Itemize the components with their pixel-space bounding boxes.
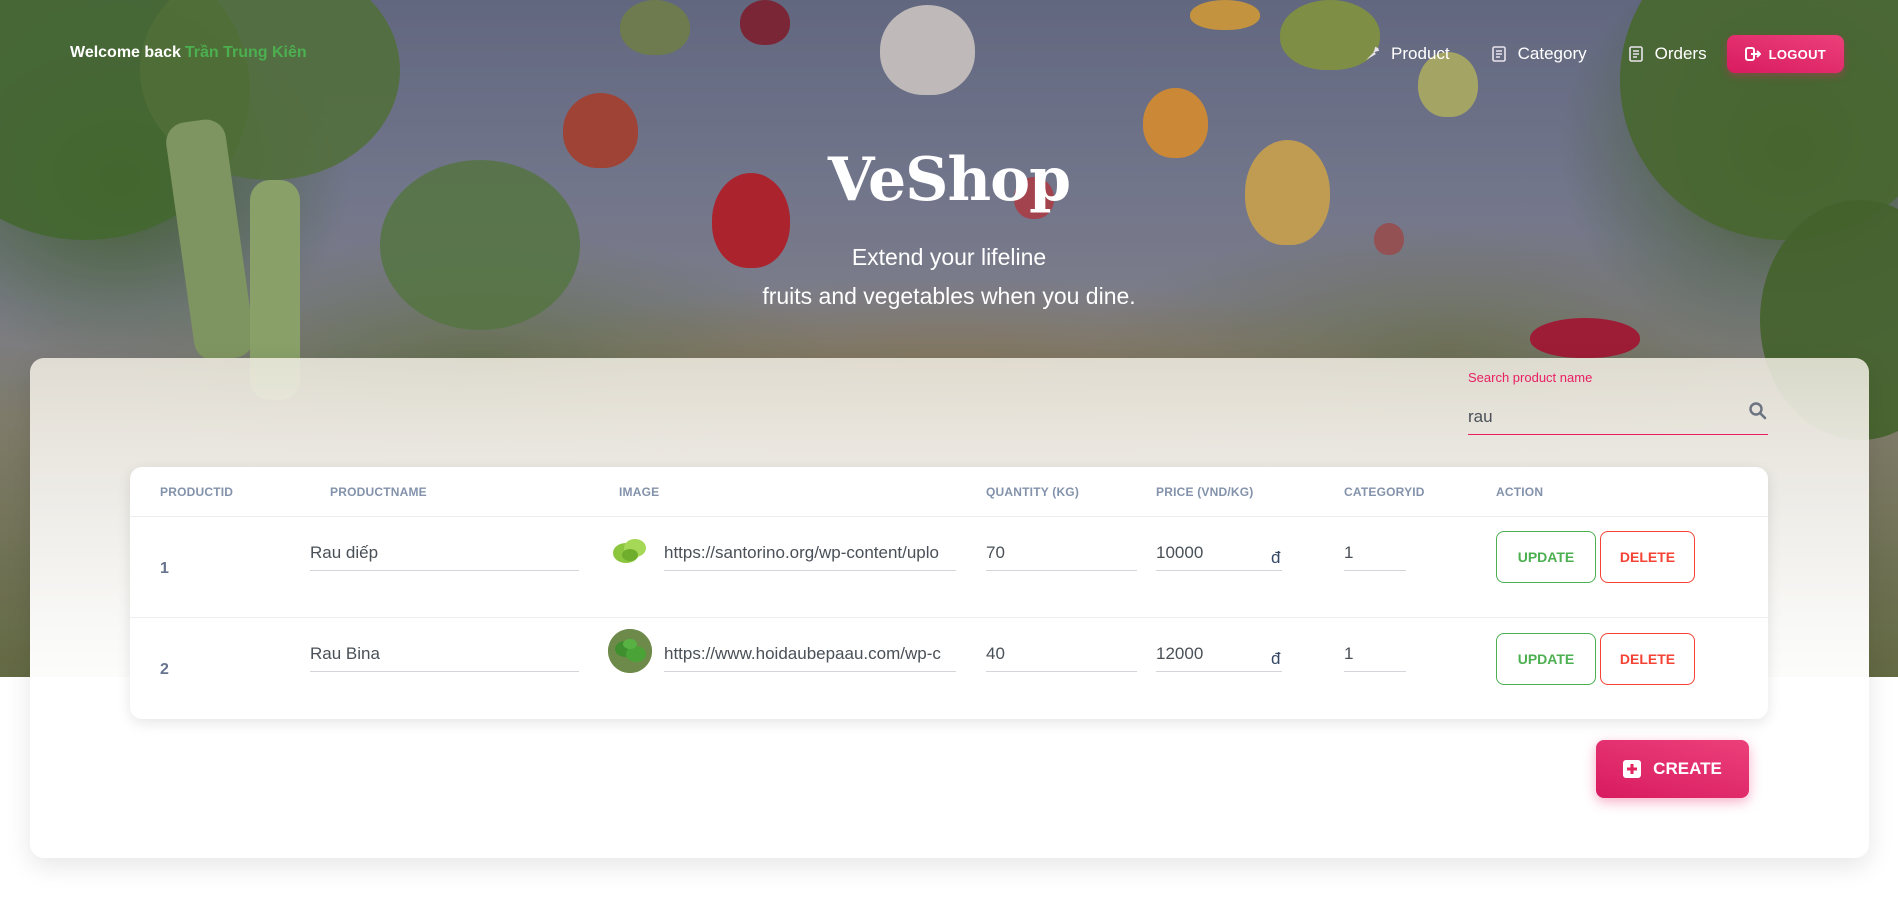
search-label: Search product name (1468, 370, 1593, 385)
row1-delete-button[interactable]: DELETE (1600, 531, 1695, 583)
column-header-categoryid: CATEGORYID (1344, 485, 1425, 499)
receipt-icon (1627, 45, 1645, 63)
row1-image-url[interactable]: https://santorino.org/wp-content/uplo (664, 539, 956, 571)
search-icon[interactable] (1748, 401, 1768, 421)
receipt-icon (1490, 45, 1508, 63)
nav-product-label: Product (1391, 44, 1450, 63)
row2-product-image (608, 629, 652, 673)
row2-product-name[interactable]: Rau Bina (310, 640, 579, 672)
nav-orders[interactable]: Orders (1627, 44, 1707, 64)
create-label: CREATE (1653, 759, 1722, 778)
row2-product-id: 2 (160, 661, 169, 678)
column-header-quantity: QUANTITY (KG) (986, 485, 1080, 499)
search-field (1468, 397, 1768, 435)
logout-button[interactable]: LOGOUT (1726, 35, 1844, 73)
row1-price[interactable]: 10000 (1156, 539, 1282, 571)
row1-product-id: 1 (160, 560, 169, 577)
nav-orders-label: Orders (1654, 44, 1707, 63)
row1-update-button[interactable]: UPDATE (1496, 531, 1596, 583)
tagline-line1: Extend your lifeline (851, 244, 1047, 270)
row1-category-id[interactable]: 1 (1344, 539, 1406, 571)
column-header-productid: PRODUCTID (160, 485, 234, 499)
row2-price[interactable]: 12000 (1156, 640, 1282, 672)
tagline-line2: fruits and vegetables when you dine. (762, 283, 1136, 309)
nav-category-label: Category (1517, 44, 1587, 63)
nav-product[interactable]: Product (1363, 44, 1450, 64)
row-divider (130, 617, 1768, 618)
plus-square-icon (1623, 760, 1642, 778)
row2-quantity[interactable]: 40 (986, 640, 1137, 672)
row2-image-url[interactable]: https://www.hoidaubepaau.com/wp-c (664, 640, 956, 672)
row2-category-id[interactable]: 1 (1344, 640, 1406, 672)
carrot-icon (1363, 45, 1381, 63)
column-header-price: PRICE (VND/KG) (1156, 485, 1254, 499)
welcome-text: Welcome back (70, 44, 181, 61)
row1-product-name[interactable]: Rau diếp (310, 539, 579, 571)
row-divider (130, 516, 1768, 517)
logout-icon (1744, 47, 1762, 61)
row2-currency-symbol: đ (1271, 649, 1281, 668)
row1-currency-symbol: đ (1271, 548, 1281, 567)
top-nav: Product Category Orders LOGOUT (1363, 35, 1844, 73)
row2-delete-button[interactable]: DELETE (1600, 633, 1695, 685)
column-header-action: ACTION (1496, 485, 1544, 499)
column-header-productname: PRODUCTNAME (330, 485, 427, 499)
user-name: Trần Trung Kiên (184, 44, 307, 61)
create-button[interactable]: CREATE (1596, 740, 1749, 798)
row2-update-button[interactable]: UPDATE (1496, 633, 1596, 685)
nav-category[interactable]: Category (1490, 44, 1587, 64)
brand-title: VeShop (827, 145, 1071, 215)
column-header-image: IMAGE (619, 485, 660, 499)
row1-product-image (608, 528, 652, 572)
logout-label: LOGOUT (1768, 46, 1826, 62)
welcome-message: Welcome back Trần Trung Kiên (70, 44, 307, 62)
row1-quantity[interactable]: 70 (986, 539, 1137, 571)
search-input[interactable] (1468, 397, 1738, 431)
